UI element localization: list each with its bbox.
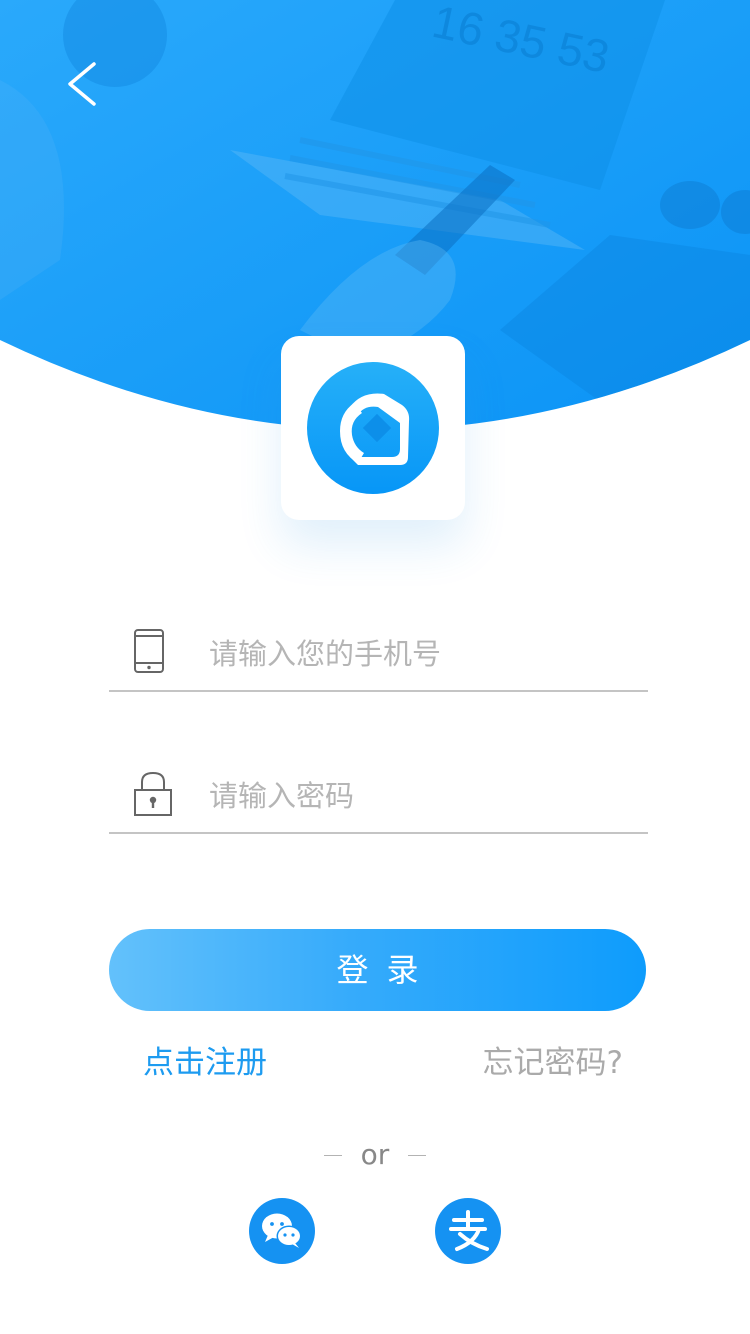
lock-icon [134,771,172,816]
register-link[interactable]: 点击注册 [143,1040,267,1086]
or-text: or [360,1138,390,1171]
password-input[interactable] [209,770,639,822]
or-divider: or [0,1134,750,1174]
wechat-icon [262,1213,302,1248]
password-field [109,760,648,834]
forgot-password-link[interactable]: 忘记密码? [483,1040,623,1086]
app-logo-icon [307,362,439,494]
mobile-phone-icon [134,629,164,673]
phone-input[interactable] [209,628,639,680]
wechat-login-button[interactable] [249,1198,315,1264]
app-logo [281,336,465,520]
phone-field [109,618,648,692]
divider-line-right [408,1154,427,1156]
login-button[interactable]: 登录 [109,929,646,1011]
chevron-left-icon [68,62,96,106]
alipay-login-button[interactable] [435,1198,501,1264]
back-button[interactable] [56,56,108,112]
alipay-icon [449,1210,489,1251]
divider-line-left [323,1154,342,1156]
